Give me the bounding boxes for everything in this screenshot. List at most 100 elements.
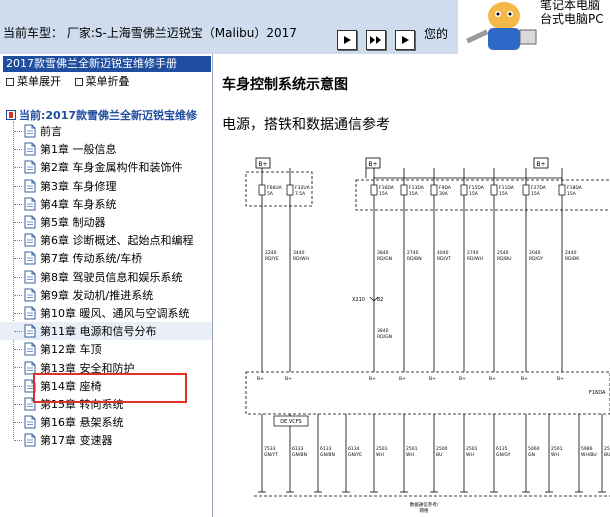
tree-branch-line: [14, 203, 22, 205]
tree-branch-line: [14, 185, 22, 187]
fuse-rating: 15A: [567, 191, 577, 197]
tree-item-label: 第11章 电源和信号分布: [40, 325, 157, 339]
tree-item-label: 第12章 车顶: [40, 343, 102, 357]
sidebar: 2017款雪佛兰全新迈锐宝维修手册 菜单展开 菜单折叠 当前:2017款雪佛兰全…: [0, 54, 213, 517]
wire-code: 6133: [320, 446, 332, 452]
your-label: 您的: [424, 27, 449, 41]
wire-color: GN/BN: [292, 452, 307, 458]
wire-code: 2501: [376, 446, 388, 452]
document-icon: [24, 142, 36, 156]
tree-branch-line: [14, 385, 22, 387]
next-page-button[interactable]: [395, 30, 415, 50]
wire-code: 2501: [551, 446, 563, 452]
square-icon: [74, 78, 83, 86]
wire-color: GN/YT: [264, 452, 278, 458]
wire-code: 2240: [265, 250, 277, 256]
tree-branch-line: [14, 440, 22, 442]
fuse-symbol: [430, 184, 438, 196]
wire-code: 7533: [264, 446, 276, 452]
pin-label: B+: [257, 376, 264, 382]
tree-item-label: 第8章 驾驶员信息和娱乐系统: [40, 270, 183, 284]
wire-color: RD/WH: [467, 256, 483, 262]
tree-item-label: 前言: [40, 125, 62, 139]
current-model-text: 当前车型： 厂家:S-上海雪佛兰迈锐宝（Malibu）2017: [3, 26, 297, 40]
tree-item[interactable]: 第8章 驾驶员信息和娱乐系统: [0, 268, 212, 286]
fuse-label: F11DA: [499, 185, 515, 191]
pin-label: B+: [521, 376, 528, 382]
tree-item-label: 第16章 悬架系统: [40, 416, 124, 430]
tree-branch-line: [14, 276, 22, 278]
document-icon: [24, 433, 36, 447]
wire-code: 5060: [528, 446, 540, 452]
fuse-label: F13DA: [409, 185, 425, 191]
fuse-symbol: [522, 184, 530, 196]
pin-label: B+: [285, 376, 292, 382]
tree-item[interactable]: 第7章 传动系统/车桥: [0, 249, 212, 267]
fuse-rating: 30A: [439, 191, 449, 197]
tree-item[interactable]: 第12章 车顶: [0, 340, 212, 358]
tree-item-label: 第4章 车身系统: [40, 197, 117, 211]
wire-code: 6133: [292, 446, 304, 452]
module-label: DE.VCFS: [280, 419, 301, 425]
current-location[interactable]: 当前:2017款雪佛兰全新迈锐宝维修: [6, 107, 197, 123]
wire-code: 2040: [529, 250, 541, 256]
menu-expand-button[interactable]: 菜单展开: [6, 75, 61, 88]
wire-color: RD/GN: [377, 334, 392, 340]
tree-item[interactable]: 第5章 制动器: [0, 213, 212, 231]
fuse-symbol: [490, 184, 498, 196]
document-icon: [24, 324, 36, 338]
tree-branch-line: [14, 149, 22, 151]
fuse-rating: 5A: [267, 191, 274, 197]
tree-branch-line: [14, 258, 22, 260]
fuse-symbol: [460, 184, 468, 196]
tree-item[interactable]: 第4章 车身系统: [0, 195, 212, 213]
tree-item-label: 第9章 发动机/推进系统: [40, 288, 154, 302]
document-icon: [24, 215, 36, 229]
fuse-label: F18DA: [567, 185, 583, 191]
wire-code: 3840: [377, 250, 389, 256]
wire-code: 2501: [466, 446, 478, 452]
wire-color: GN/BN: [320, 452, 335, 458]
wire-code: 2540: [497, 250, 509, 256]
current-location-label: 当前:2017款雪佛兰全新迈锐宝维修: [19, 109, 198, 122]
menu-collapse-button[interactable]: 菜单折叠: [74, 75, 130, 88]
wire-code: 2501: [406, 446, 418, 452]
fuse-label: F16DA: [379, 185, 395, 191]
fuse-rating: 15A: [409, 191, 419, 197]
tree-item[interactable]: 第2章 车身金属构件和装饰件: [0, 158, 212, 176]
tree-branch-line: [14, 422, 22, 423]
content-area: 车身控制系统示意图 电源，搭铁和数据通信参考 B+ B+ B+ F66UA 5A 2240…: [214, 54, 610, 517]
wire-color: RD/WH: [293, 256, 309, 262]
prev-page-button[interactable]: [337, 30, 357, 50]
tree-item[interactable]: 第10章 暖风、通风与空调系统: [0, 304, 212, 322]
fast-forward-button[interactable]: [366, 30, 386, 50]
tree-item[interactable]: 第3章 车身修理: [0, 177, 212, 195]
tree-item[interactable]: 第17章 变速器: [0, 431, 212, 449]
wire-color: WH: [551, 452, 559, 458]
tree-item-label: 第17章 变速器: [40, 434, 113, 448]
tree-branch-line: [14, 331, 22, 333]
tree-item-label: 第2章 车身金属构件和装饰件: [40, 161, 183, 175]
ad-banner[interactable]: 笔记本电脑 台式电脑PC: [458, 0, 610, 54]
tree-branch-line: [14, 240, 22, 242]
wire-code: 3440: [293, 250, 305, 256]
tree-item[interactable]: 第11章 电源和信号分布: [0, 322, 212, 341]
play-icon: [344, 36, 351, 44]
tree-item[interactable]: 第1章 一般信息: [0, 140, 212, 158]
document-icon: [24, 251, 36, 265]
wire-code: 2500: [604, 446, 610, 452]
tree-item[interactable]: 前言: [0, 122, 212, 140]
wire-code: 2740: [407, 250, 419, 256]
pin-label: B+: [429, 376, 436, 382]
tree-branch-line: [14, 167, 22, 169]
document-icon: [24, 179, 36, 193]
wire-code: 2500: [436, 446, 448, 452]
tree-item[interactable]: 第6章 诊断概述、起始点和编程: [0, 231, 212, 249]
wire-code: 2440: [565, 250, 577, 256]
wire-color: BU: [604, 452, 610, 458]
fuse-rating: 15A: [531, 191, 541, 197]
connector-pin: 82: [377, 297, 383, 303]
tree-item[interactable]: 第9章 发动机/推进系统: [0, 286, 212, 304]
tree-branch-line: [14, 131, 22, 132]
tree-item[interactable]: 第16章 悬架系统: [0, 413, 212, 431]
